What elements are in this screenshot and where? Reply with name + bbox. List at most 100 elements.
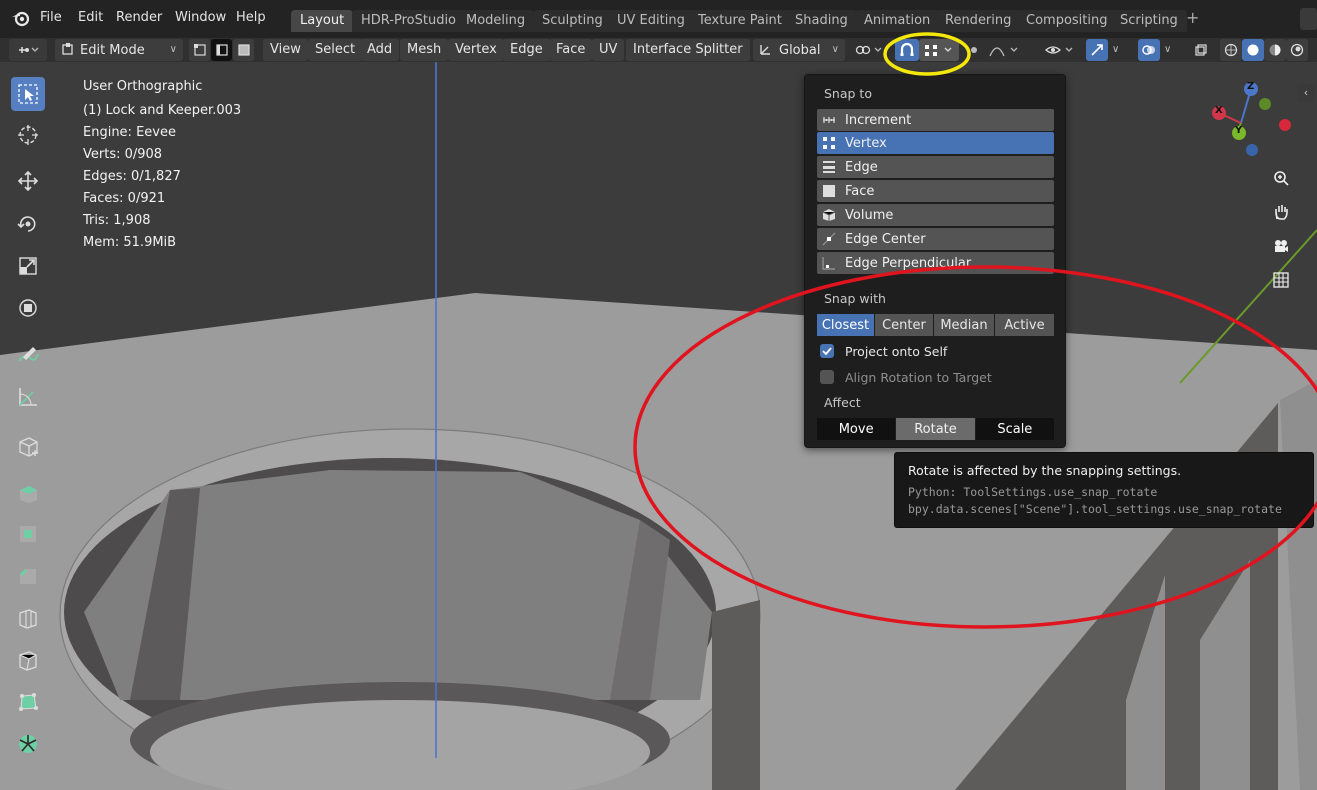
snap-to-vertex[interactable]: Vertex [817, 132, 1054, 154]
menu-edit[interactable]: Edit [78, 10, 103, 25]
menu-face[interactable]: Face [549, 39, 593, 61]
tab-scripting[interactable]: Scripting [1111, 10, 1187, 32]
edge-center-icon [821, 231, 837, 247]
sidebar-toggle-chevron-icon[interactable]: ‹ [1297, 84, 1315, 102]
select-box-tool-icon[interactable] [11, 77, 45, 111]
menu-help[interactable]: Help [236, 10, 266, 25]
snap-toggle-icon[interactable] [895, 39, 919, 61]
menu-view[interactable]: View [263, 39, 308, 61]
snap-element-vertex-icon[interactable] [919, 39, 959, 61]
transform-orientation-selector[interactable]: Global ∨ [753, 39, 845, 61]
add-cube-tool-icon[interactable] [11, 429, 45, 463]
menu-select[interactable]: Select [308, 39, 363, 61]
overlays-dropdown-chevron-icon[interactable]: ∨ [1164, 44, 1171, 55]
affect-move-button[interactable]: Move [817, 418, 896, 440]
chevron-down-icon: ∨ [831, 44, 839, 55]
menu-vertex[interactable]: Vertex [448, 39, 504, 61]
poly-build-tool-icon[interactable] [11, 685, 45, 719]
snap-to-label: Edge [845, 159, 878, 175]
measure-tool-icon[interactable] [11, 380, 45, 414]
3d-viewport[interactable]: User Orthographic (1) Lock and Keeper.00… [0, 62, 1317, 790]
proportional-falloff-icon[interactable] [985, 39, 1023, 61]
gizmo-dropdown-chevron-icon[interactable]: ∨ [1112, 44, 1119, 55]
snap-to-edge-center[interactable]: Edge Center [817, 228, 1054, 250]
rotate-tool-icon[interactable] [11, 207, 45, 241]
menu-add[interactable]: Add [360, 39, 400, 61]
edge-select-mode-icon[interactable] [211, 39, 232, 61]
snap-to-volume[interactable]: Volume [817, 204, 1054, 226]
orientation-label: Global [779, 43, 821, 58]
menu-edge[interactable]: Edge [503, 39, 550, 61]
tab-hdr-prostudio[interactable]: HDR-ProStudio [352, 10, 466, 32]
tab-rendering[interactable]: Rendering [936, 10, 1021, 32]
engine-stat: Engine: Eevee [83, 125, 176, 140]
knife-tool-icon[interactable] [11, 643, 45, 677]
shading-wireframe-icon[interactable] [1220, 39, 1242, 61]
snap-to-increment[interactable]: Increment [817, 109, 1054, 131]
loop-cut-tool-icon[interactable] [11, 601, 45, 635]
face-select-mode-icon[interactable] [233, 39, 254, 61]
snap-to-edge[interactable]: Edge [817, 156, 1054, 178]
cursor-tool-icon[interactable] [11, 118, 45, 152]
shading-material-icon[interactable] [1264, 39, 1286, 61]
menu-window[interactable]: Window [175, 10, 226, 25]
camera-view-icon[interactable] [1267, 232, 1295, 260]
tab-animation[interactable]: Animation [855, 10, 940, 32]
affect-scale-button[interactable]: Scale [975, 418, 1054, 440]
project-onto-self-label: Project onto Self [845, 343, 948, 359]
blender-logo-icon[interactable] [11, 9, 31, 31]
transform-tool-icon[interactable] [11, 291, 45, 325]
visibility-eye-icon[interactable] [1042, 39, 1078, 61]
gizmo-toggle-icon[interactable] [1086, 39, 1108, 61]
align-rotation-checkbox[interactable]: Align Rotation to Target [820, 368, 992, 386]
perspective-ortho-grid-icon[interactable] [1267, 266, 1295, 294]
scene-selector-icon[interactable] [1300, 8, 1317, 30]
tab-uv-editing[interactable]: UV Editing [608, 10, 694, 32]
pan-hand-icon[interactable] [1267, 198, 1295, 226]
bevel-tool-icon[interactable] [11, 559, 45, 593]
project-onto-self-checkbox[interactable]: Project onto Self [820, 342, 947, 360]
mode-label: Edit Mode [80, 43, 145, 58]
snap-to-edge-perpendicular[interactable]: Edge Perpendicular [817, 252, 1054, 274]
add-workspace-button[interactable]: + [1186, 8, 1199, 27]
snap-with-active[interactable]: Active [995, 314, 1054, 336]
snap-with-median[interactable]: Median [934, 314, 994, 336]
extrude-tool-icon[interactable] [11, 475, 45, 509]
faces-stat: Faces: 0/921 [83, 191, 166, 206]
menu-file[interactable]: File [40, 10, 62, 25]
edit-mode-icon [62, 43, 73, 55]
pivot-point-icon[interactable] [851, 39, 887, 61]
gizmo-y-label: Y [1235, 125, 1243, 136]
snap-to-face[interactable]: Face [817, 180, 1054, 202]
shading-solid-icon[interactable] [1242, 39, 1264, 61]
xray-toggle-icon[interactable] [1190, 39, 1212, 61]
snap-with-selector: Closest Center Median Active [817, 314, 1054, 336]
vertex-select-mode-icon[interactable] [189, 39, 210, 61]
zoom-icon[interactable] [1267, 164, 1295, 192]
navigation-gizmo[interactable]: Z X Y [1204, 76, 1304, 176]
affect-rotate-button[interactable]: Rotate [896, 418, 975, 440]
menu-render[interactable]: Render [116, 10, 162, 25]
overlays-toggle-icon[interactable] [1138, 39, 1160, 61]
tab-texture-paint[interactable]: Texture Paint [689, 10, 791, 32]
move-tool-icon[interactable] [11, 164, 45, 198]
menu-uv[interactable]: UV [592, 39, 625, 61]
annotate-tool-icon[interactable] [11, 337, 45, 371]
tab-compositing[interactable]: Compositing [1017, 10, 1117, 32]
tris-stat: Tris: 1,908 [83, 213, 151, 228]
mode-selector[interactable]: Edit Mode ∨ [55, 39, 183, 61]
inset-faces-tool-icon[interactable] [11, 517, 45, 551]
scale-tool-icon[interactable] [11, 249, 45, 283]
tab-sculpting[interactable]: Sculpting [533, 10, 612, 32]
tab-modeling[interactable]: Modeling [457, 10, 535, 32]
proportional-editing-icon[interactable] [963, 39, 985, 61]
menu-interface-splitter[interactable]: Interface Splitter [626, 39, 750, 61]
shading-rendered-icon[interactable] [1286, 39, 1308, 61]
editor-type-icon[interactable] [9, 39, 47, 61]
snap-with-center[interactable]: Center [875, 314, 933, 336]
tab-shading[interactable]: Shading [786, 10, 857, 32]
snap-with-closest[interactable]: Closest [817, 314, 874, 336]
spin-tool-icon[interactable] [11, 727, 45, 761]
menu-mesh[interactable]: Mesh [400, 39, 449, 61]
tab-layout[interactable]: Layout [291, 10, 354, 32]
